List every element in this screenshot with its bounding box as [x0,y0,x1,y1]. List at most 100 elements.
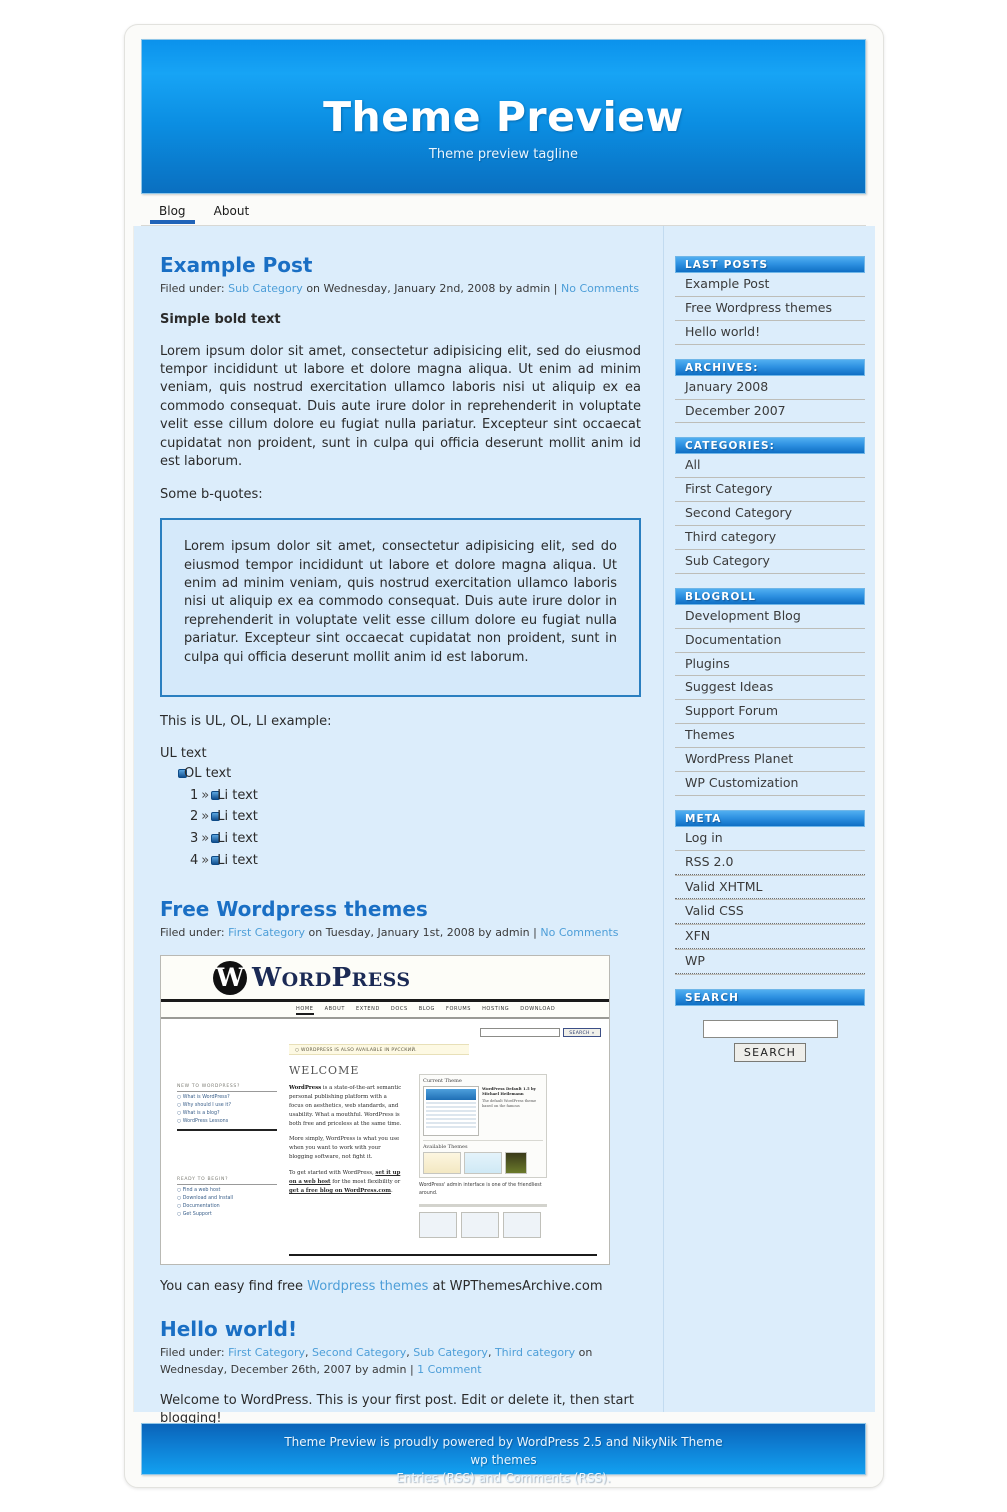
wp-shot-search-input [480,1027,560,1037]
sidebar-link-xfn[interactable]: XFN [675,925,865,950]
sidebar-link-all[interactable]: All [675,454,865,477]
meta-separator: | [409,1362,414,1376]
wp-logo-wordmark: WORDPRESS [252,963,411,993]
nav-tab-blog[interactable]: Blog [150,201,195,224]
sidebar-link-wordpress-planet[interactable]: WordPress Planet [675,748,865,771]
sidebar-link-example-post[interactable]: Example Post [675,273,865,296]
list-number: 4 [190,853,199,869]
search-input[interactable] [702,1020,838,1038]
wp-shot-link: ○ Why should I use it? [177,1102,231,1108]
footer-line-2: wp themes [470,1453,537,1467]
sidebar-link-free-wordpress-themes[interactable]: Free Wordpress themes [675,297,865,320]
wp-word-ord: ORD [281,968,332,991]
list-item: OL text [178,763,641,785]
sidebar-link-second-category[interactable]: Second Category [675,502,865,525]
wp-shot-available-heading: Available Themes [423,1139,543,1150]
meta-category-link[interactable]: Sub Category [413,1346,488,1359]
list-item: Support Forum [675,700,865,725]
comma: , [406,1345,410,1359]
meta-category-link[interactable]: Sub Category [228,282,303,295]
sidebar-link-first-category[interactable]: First Category [675,478,865,501]
sidebar-link-support-forum[interactable]: Support Forum [675,700,865,723]
sidebar-link-documentation[interactable]: Documentation [675,629,865,652]
post-meta: Filed under: First Category, Second Cate… [160,1344,641,1378]
post-paragraph: Lorem ipsum dolor sit amet, consectetur … [160,343,641,470]
sidebar-list: All First Category Second Category Third… [675,454,865,574]
list-number: 1 [190,787,199,803]
thumb-line [426,1109,476,1112]
search-button[interactable]: SEARCH [733,1043,807,1062]
sidebar-link-december-2007[interactable]: December 2007 [675,400,865,423]
footer-feeds-link[interactable]: Entries (RSS) and Comments (RSS). [396,1471,610,1485]
main-content-column: Example Post Filed under: Sub Category o… [134,226,664,1426]
arrow-icon: » [201,831,210,847]
caption-link[interactable]: Wordpress themes [307,1279,428,1294]
meta-category-link[interactable]: Third category [495,1346,575,1359]
wp-shot-search-button: SEARCH » [563,1027,601,1037]
wp-nav-hosting: HOSTING [482,1005,510,1012]
sidebar-link-themes[interactable]: Themes [675,724,865,747]
sidebar-link-hello-world[interactable]: Hello world! [675,321,865,344]
arrow-icon: » [201,853,210,869]
wp-shot-notice: ○ WORDPRESS IS ALSO AVAILABLE IN РУССКИЙ… [289,1043,469,1055]
wp-shot-theme-info: WordPress Default 1.5 by Michael Heilema… [482,1086,543,1136]
list-item: XFN [675,925,865,951]
sidebar-link-development-blog[interactable]: Development Blog [675,605,865,628]
list-label: Li text [217,787,258,803]
post-title-link[interactable]: Hello world! [160,1317,297,1341]
sidebar-link-sub-category[interactable]: Sub Category [675,550,865,573]
sidebar-link-plugins[interactable]: Plugins [675,653,865,676]
wp-shot-ready-heading: READY TO BEGIN? [177,1177,277,1185]
sidebar-link-suggest-ideas[interactable]: Suggest Ideas [675,676,865,699]
sidebar-link-wp-customization[interactable]: WP Customization [675,772,865,795]
sidebar-block-categories: CATEGORIES: All First Category Second Ca… [675,437,865,574]
ul-text: UL text [160,745,207,761]
nav-tab-about[interactable]: About [208,201,255,222]
sidebar-link-log-in[interactable]: Log in [675,827,865,850]
sidebar-link-valid-xhtml[interactable]: Valid XHTML [675,876,865,900]
unordered-list: OL text [160,763,641,785]
post-example-post: Example Post Filed under: Sub Category o… [160,254,641,872]
footer-line-1: Theme Preview is proudly powered by Word… [284,1435,723,1449]
post-title-link[interactable]: Free Wordpress themes [160,897,428,921]
comma: , [305,1345,309,1359]
wp-shot-nav: HOME ABOUT EXTEND DOCS BLOG FORUMS HOSTING DOWN… [161,1001,609,1019]
post-title-link[interactable]: Example Post [160,253,312,277]
wp-shot-link: ○ What is WordPress? [177,1094,230,1100]
list-item: Sub Category [675,550,865,574]
sidebar-link-wp[interactable]: WP [675,950,865,974]
post-hello-world: Hello world! Filed under: First Category… [160,1317,641,1429]
wp-shot-link-freeblog: get a free blog on WordPress.com [289,1188,391,1194]
list-item: Second Category [675,502,865,526]
list-label: Li text [217,831,258,847]
meta-date: on Tuesday, January 1st, 2008 by admin [308,925,530,939]
meta-comments-link[interactable]: 1 Comment [417,1363,481,1376]
wp-shot-paragraph-3: To get started with WordPress, set it up… [289,1169,402,1196]
wp-shot-left-column: NEW TO WORDPRESS? ○ What is WordPress? ○… [177,1084,277,1217]
wp-shot-theme-name: WordPress Default 1.5 by Michael Heilema… [482,1085,536,1097]
wp-shot-theme-cell [423,1151,461,1174]
meta-comments-link[interactable]: No Comments [561,282,639,295]
wp-shot-panel-title: Current Theme [423,1077,462,1084]
wp-nav-forums: FORUMS [446,1005,472,1012]
wp-shot-available-themes [423,1151,543,1174]
list-item: First Category [675,478,865,503]
sidebar-link-valid-css[interactable]: Valid CSS [675,900,865,925]
site-title: Theme Preview [323,93,684,141]
sidebar-link-rss[interactable]: RSS 2.0 [675,851,865,875]
post-blockquote: Lorem ipsum dolor sit amet, consectetur … [160,518,641,698]
sidebar-link-third-category[interactable]: Third category [675,526,865,549]
meta-comments-link[interactable]: No Comments [540,926,618,939]
wp-shot-paragraph: WordPress is a state-of-the-art semantic… [289,1084,402,1129]
meta-category-link[interactable]: Second Category [312,1346,406,1359]
post-body: Simple bold text Lorem ipsum dolor sit a… [160,311,641,872]
sidebar-link-january-2008[interactable]: January 2008 [675,376,865,399]
list-item: 4» Li text [178,850,641,872]
sidebar-block-blogroll: BLOGROLL Development Blog Documentation … [675,587,865,796]
sidebar-block-meta: META Log in RSS 2.0 Valid XHTML Valid CS… [675,809,865,975]
meta-category-link[interactable]: First Category [228,926,305,939]
sidebar-list: January 2008 December 2007 [675,376,865,424]
wp-shot-link: ○ Download and Install [177,1195,234,1201]
meta-category-link[interactable]: First Category [228,1346,305,1359]
wp-shot-para-3c: . [390,1188,393,1194]
